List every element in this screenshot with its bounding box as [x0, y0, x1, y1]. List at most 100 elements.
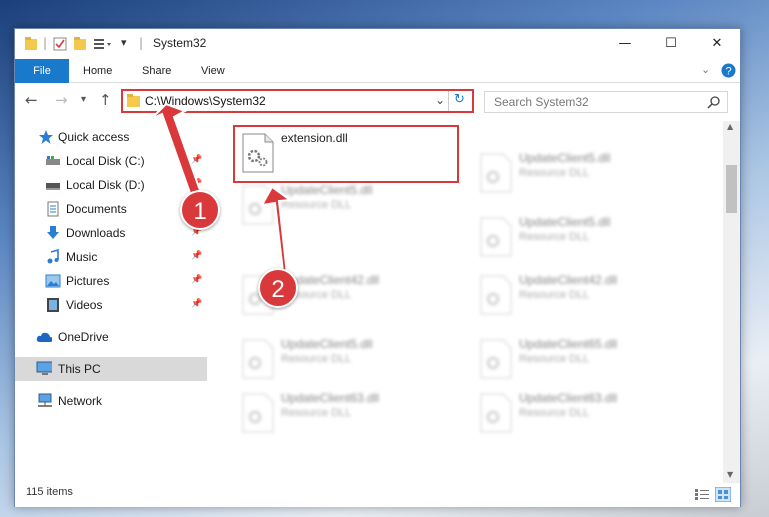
recent-locations-icon[interactable]: ▾	[81, 94, 86, 105]
up-arrow-icon[interactable]: ↑	[99, 91, 112, 109]
pin-icon[interactable]: 📌	[191, 250, 202, 261]
dll-file-icon	[480, 153, 512, 193]
tab-home[interactable]: Home	[83, 59, 112, 83]
network-icon	[38, 393, 52, 407]
tab-file[interactable]: File	[15, 59, 69, 83]
navigation-pane: Quick access Local Disk (C:) 📌 Local Dis…	[15, 121, 207, 483]
videos-icon	[47, 298, 59, 312]
sidebar-item-music[interactable]: Music 📌	[15, 245, 207, 269]
step-badge-2: 2	[258, 268, 298, 308]
search-icon[interactable]	[707, 95, 721, 109]
sidebar-item-label: Local Disk (D:)	[66, 178, 145, 192]
address-bar[interactable]: C:\Windows\System32 ⌄ ↻	[121, 89, 474, 113]
tab-share[interactable]: Share	[142, 59, 171, 83]
close-button[interactable]: ✕	[694, 29, 740, 59]
dll-file-icon	[480, 275, 512, 315]
search-placeholder: Search System32	[494, 95, 589, 109]
new-folder-icon[interactable]	[73, 36, 87, 52]
navigation-bar: ← → ▾ ↑ C:\Windows\System32 ⌄ ↻ Search S…	[15, 83, 740, 119]
pin-icon[interactable]: 📌	[191, 274, 202, 285]
back-arrow-icon[interactable]: ←	[25, 91, 38, 109]
sidebar-item-network[interactable]: Network	[15, 389, 207, 413]
downloads-icon	[47, 226, 59, 239]
file-item[interactable]: UpdateClient63.dll Resource DLL	[469, 387, 693, 439]
address-history-dropdown-icon[interactable]: ⌄	[435, 93, 445, 107]
help-icon[interactable]: ?	[721, 63, 736, 78]
vertical-scrollbar[interactable]: ▲ ▼	[723, 121, 740, 483]
folder-icon	[127, 94, 140, 107]
file-name: UpdateClient5.dll	[281, 337, 373, 351]
folder-icon	[25, 37, 37, 50]
file-type: Resource DLL	[519, 407, 590, 419]
sidebar-item-onedrive[interactable]: OneDrive	[15, 325, 207, 349]
file-name: UpdateClient5.dll	[519, 215, 611, 229]
file-item[interactable]: UpdateClient5.dll Resource DLL	[469, 211, 693, 263]
file-type: Resource DLL	[281, 353, 352, 365]
sidebar-item-label: Quick access	[58, 130, 130, 144]
sidebar-item-videos[interactable]: Videos 📌	[15, 293, 207, 317]
window-title: System32	[153, 36, 207, 50]
drive-icon	[46, 183, 60, 190]
file-item[interactable]: UpdateClient5.dll Resource DLL	[231, 179, 455, 231]
file-item[interactable]: UpdateClient5.dll Resource DLL	[231, 333, 455, 385]
file-type: Resource DLL	[519, 353, 590, 365]
scrollbar-thumb[interactable]	[726, 165, 737, 213]
file-item[interactable]: UpdateClient63.dll Resource DLL	[231, 387, 455, 439]
drive-icon	[46, 156, 60, 165]
sidebar-item-this-pc[interactable]: This PC	[15, 357, 207, 381]
properties-icon[interactable]	[53, 36, 67, 52]
dll-file-icon	[480, 393, 512, 433]
tab-view[interactable]: View	[201, 59, 225, 83]
address-path: C:\Windows\System32	[145, 94, 266, 108]
dll-file-icon	[242, 339, 274, 379]
file-name: UpdateClient5.dll	[281, 183, 373, 197]
sidebar-item-pictures[interactable]: Pictures 📌	[15, 269, 207, 293]
pin-icon[interactable]: 📌	[191, 178, 202, 189]
star-icon	[39, 130, 53, 144]
quick-access-dropdown-icon[interactable]: ▾	[121, 36, 127, 52]
maximize-button[interactable]: ☐	[648, 29, 694, 59]
music-icon	[47, 249, 59, 264]
file-type: Resource DLL	[281, 407, 352, 419]
file-name: UpdateClient42.dll	[519, 273, 618, 287]
pin-icon[interactable]: 📌	[191, 298, 202, 309]
file-name: UpdateClient65.dll	[519, 337, 618, 351]
file-item[interactable]: UpdateClient42.dll Resource DLL	[469, 269, 693, 321]
dll-file-icon	[242, 393, 274, 433]
file-type: Resource DLL	[519, 289, 590, 301]
search-box[interactable]: Search System32	[484, 91, 728, 113]
refresh-icon[interactable]: ↻	[454, 92, 465, 107]
pin-icon[interactable]: 📌	[191, 154, 202, 165]
scroll-down-icon[interactable]: ▼	[727, 470, 733, 479]
file-type: Resource DLL	[519, 231, 590, 243]
pictures-icon	[45, 274, 61, 288]
file-explorer-window: | ▾ | System32 — ☐ ✕ File Home Share Vie…	[14, 28, 741, 507]
details-view-icon[interactable]	[695, 488, 709, 501]
file-item[interactable]: UpdateClient5.dll Resource DLL	[469, 147, 693, 199]
sidebar-item-downloads[interactable]: Downloads 📌	[15, 221, 207, 245]
sidebar-item-documents[interactable]: Documents 📌	[15, 197, 207, 221]
file-type: Resource DLL	[281, 199, 352, 211]
status-bar: 115 items	[15, 483, 740, 507]
expand-ribbon-icon[interactable]: ⌄	[701, 63, 710, 76]
sidebar-item-label: Local Disk (C:)	[66, 154, 145, 168]
sidebar-item-label: Pictures	[66, 274, 110, 288]
dll-file-icon	[242, 185, 274, 225]
large-icons-view-icon[interactable]	[715, 487, 731, 502]
file-type: Resource DLL	[519, 167, 590, 179]
file-highlight-box	[233, 125, 459, 183]
forward-arrow-icon[interactable]: →	[55, 91, 68, 109]
customize-toolbar-icon[interactable]	[93, 36, 115, 52]
minimize-button[interactable]: —	[602, 29, 648, 59]
sidebar-item-quick-access[interactable]: Quick access	[15, 125, 207, 149]
svg-text:?: ?	[725, 66, 731, 78]
documents-icon	[47, 201, 59, 217]
scroll-up-icon[interactable]: ▲	[727, 122, 733, 131]
sidebar-item-label: Network	[58, 394, 103, 408]
sidebar-item-local-disk-d[interactable]: Local Disk (D:) 📌	[15, 173, 207, 197]
sidebar-item-label: Videos	[66, 298, 103, 312]
sidebar-item-label: Downloads	[66, 226, 126, 240]
file-item[interactable]: UpdateClient65.dll Resource DLL	[469, 333, 693, 385]
sidebar-item-local-disk-c[interactable]: Local Disk (C:) 📌	[15, 149, 207, 173]
cloud-icon	[36, 332, 52, 342]
